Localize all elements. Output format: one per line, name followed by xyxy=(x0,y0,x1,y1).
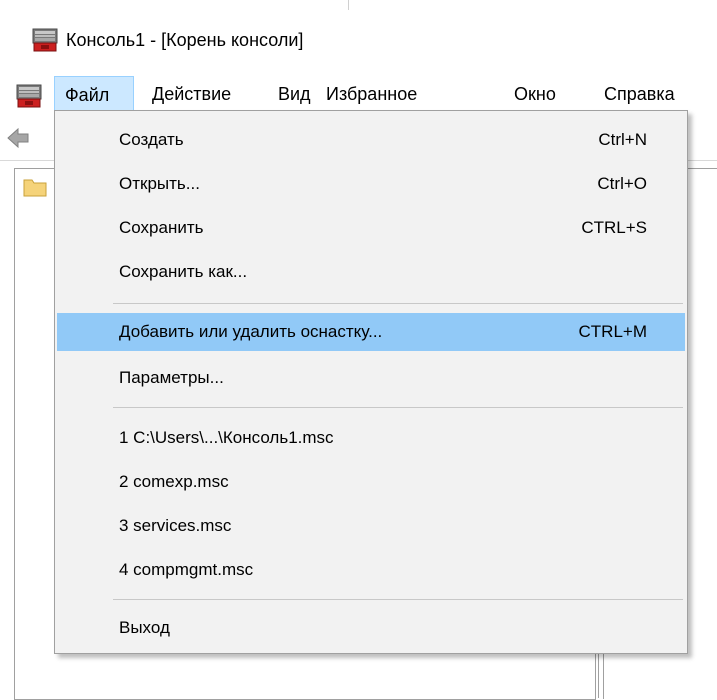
menu-item-label: 3 services.msc xyxy=(119,516,232,535)
title-bar: Консоль1 - [Корень консоли] xyxy=(0,0,717,66)
menu-help[interactable]: Справка xyxy=(594,76,685,112)
menu-favorites[interactable]: Избранное xyxy=(316,76,427,112)
menu-item-open[interactable]: Открыть... Ctrl+O xyxy=(57,165,685,203)
menu-window[interactable]: Окно xyxy=(504,76,566,112)
menu-file[interactable]: Файл xyxy=(54,76,134,112)
menu-item-recent-4[interactable]: 4 compmgmt.msc xyxy=(57,551,685,589)
menu-item-shortcut: Ctrl+N xyxy=(598,130,647,149)
menu-item-add-remove-snapin[interactable]: Добавить или удалить оснастку... CTRL+M xyxy=(57,313,685,351)
menu-item-options[interactable]: Параметры... xyxy=(57,359,685,397)
menu-separator xyxy=(113,407,683,408)
menu-item-label: 1 C:\Users\...\Консоль1.msc xyxy=(119,428,334,447)
menu-action[interactable]: Действие xyxy=(142,76,241,112)
menu-item-label: Создать xyxy=(119,130,184,149)
menu-item-label: 4 compmgmt.msc xyxy=(119,560,254,579)
menu-item-label: Сохранить как... xyxy=(119,262,248,281)
mmc-console-icon[interactable] xyxy=(16,84,42,113)
menu-separator xyxy=(113,599,683,600)
mmc-console-icon[interactable] xyxy=(32,28,58,57)
back-arrow-icon[interactable] xyxy=(6,126,30,155)
menu-view[interactable]: Вид xyxy=(268,76,321,112)
title-bar-tick xyxy=(348,0,349,10)
menu-item-label: Параметры... xyxy=(119,368,224,387)
menu-item-shortcut: CTRL+S xyxy=(581,218,647,237)
menu-item-label: Выход xyxy=(119,618,170,637)
menu-item-label: Добавить или удалить оснастку... xyxy=(119,322,383,341)
menu-item-shortcut: Ctrl+O xyxy=(597,174,647,193)
menu-item-save-as[interactable]: Сохранить как... xyxy=(57,253,685,291)
menu-item-label: Сохранить xyxy=(119,218,204,237)
folder-icon[interactable] xyxy=(23,177,47,202)
window-title: Консоль1 - [Корень консоли] xyxy=(66,30,304,50)
menu-item-recent-2[interactable]: 2 comexp.msc xyxy=(57,463,685,501)
menu-item-exit[interactable]: Выход xyxy=(57,609,685,647)
menu-item-label: 2 comexp.msc xyxy=(119,472,229,491)
menu-bar: Файл Действие Вид Избранное Окно Справка xyxy=(0,76,717,112)
menu-item-recent-3[interactable]: 3 services.msc xyxy=(57,507,685,545)
menu-item-create[interactable]: Создать Ctrl+N xyxy=(57,121,685,159)
file-menu-dropdown: Создать Ctrl+N Открыть... Ctrl+O Сохрани… xyxy=(54,110,688,654)
menu-item-shortcut: CTRL+M xyxy=(578,322,647,341)
menu-item-save[interactable]: Сохранить CTRL+S xyxy=(57,209,685,247)
menu-item-label: Открыть... xyxy=(119,174,200,193)
menu-item-recent-1[interactable]: 1 C:\Users\...\Консоль1.msc xyxy=(57,419,685,457)
menu-separator xyxy=(113,303,683,304)
